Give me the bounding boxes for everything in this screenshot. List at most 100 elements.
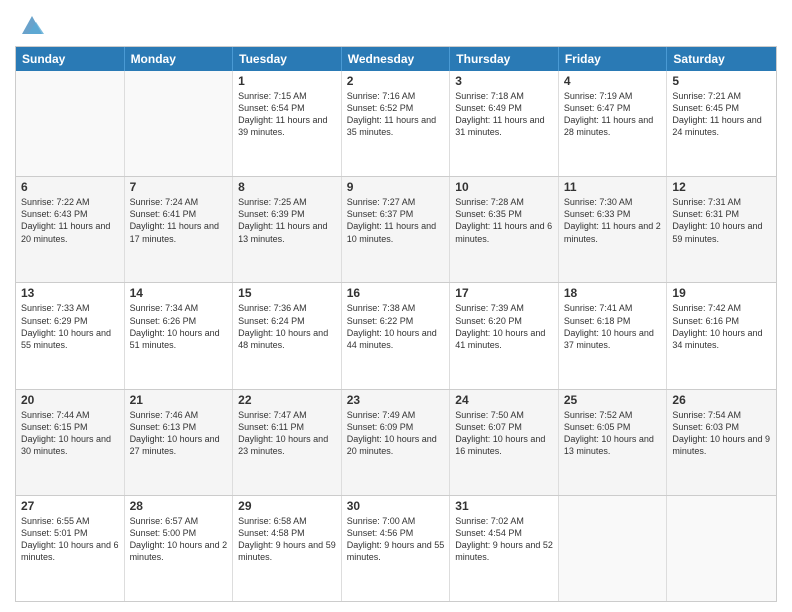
day-cell-28: 28 Sunrise: 6:57 AMSunset: 5:00 PMDayligh…	[125, 496, 234, 601]
day-number: 25	[564, 393, 662, 407]
day-cell-5: 5Sunrise: 7:21 AMSunset: 6:45 PMDaylight…	[667, 71, 776, 176]
day-cell-30: 30 Sunrise: 7:00 AMSunset: 4:56 PMDayligh…	[342, 496, 451, 601]
day-number: 12	[672, 180, 771, 194]
day-number: 28	[130, 499, 228, 513]
day-info: Sunrise: 6:57 AMSunset: 5:00 PMDaylight:…	[130, 515, 228, 564]
day-info: Sunrise: 7:31 AMSunset: 6:31 PMDaylight:…	[672, 196, 771, 245]
day-cell-29: 29Sunrise: 6:58 AMSunset: 4:58 PMDayligh…	[233, 496, 342, 601]
day-header-monday: Monday	[125, 47, 234, 71]
day-info: Sunrise: 7:24 AMSunset: 6:41 PMDaylight:…	[130, 196, 228, 245]
day-info: Sunrise: 7:54 AMSunset: 6:03 PMDaylight:…	[672, 409, 771, 458]
day-header-sunday: Sunday	[16, 47, 125, 71]
day-info: Sunrise: 7:00 AMSunset: 4:56 PMDaylight:…	[347, 515, 445, 564]
day-info: Sunrise: 7:18 AMSunset: 6:49 PMDaylight:…	[455, 90, 553, 139]
week-row-3: 13Sunrise: 7:33 AMSunset: 6:29 PMDayligh…	[16, 282, 776, 388]
day-number: 11	[564, 180, 662, 194]
day-cell-25: 25 Sunrise: 7:52 AMSunset: 6:05 PMDayligh…	[559, 390, 668, 495]
day-cell-2: 2 Sunrise: 7:16 AMSunset: 6:52 PMDaylight…	[342, 71, 451, 176]
day-cell-11: 11 Sunrise: 7:30 AMSunset: 6:33 PMDayligh…	[559, 177, 668, 282]
day-info: Sunrise: 7:25 AMSunset: 6:39 PMDaylight:…	[238, 196, 336, 245]
day-number: 19	[672, 286, 771, 300]
day-number: 16	[347, 286, 445, 300]
day-number: 21	[130, 393, 228, 407]
empty-cell	[667, 496, 776, 601]
day-cell-16: 16 Sunrise: 7:38 AMSunset: 6:22 PMDayligh…	[342, 283, 451, 388]
day-info: Sunrise: 7:41 AMSunset: 6:18 PMDaylight:…	[564, 302, 662, 351]
day-cell-3: 3 Sunrise: 7:18 AMSunset: 6:49 PMDaylight…	[450, 71, 559, 176]
day-cell-17: 17 Sunrise: 7:39 AMSunset: 6:20 PMDayligh…	[450, 283, 559, 388]
day-cell-15: 15 Sunrise: 7:36 AMSunset: 6:24 PMDayligh…	[233, 283, 342, 388]
day-number: 3	[455, 74, 553, 88]
logo	[15, 10, 46, 38]
logo-icon	[18, 10, 46, 38]
day-info: Sunrise: 7:50 AMSunset: 6:07 PMDaylight:…	[455, 409, 553, 458]
day-header-tuesday: Tuesday	[233, 47, 342, 71]
day-number: 26	[672, 393, 771, 407]
day-number: 13	[21, 286, 119, 300]
day-header-thursday: Thursday	[450, 47, 559, 71]
day-cell-1: 1 Sunrise: 7:15 AMSunset: 6:54 PMDaylight…	[233, 71, 342, 176]
day-info: Sunrise: 7:49 AMSunset: 6:09 PMDaylight:…	[347, 409, 445, 458]
day-info: Sunrise: 7:52 AMSunset: 6:05 PMDaylight:…	[564, 409, 662, 458]
day-cell-23: 23 Sunrise: 7:49 AMSunset: 6:09 PMDayligh…	[342, 390, 451, 495]
day-info: Sunrise: 7:46 AMSunset: 6:13 PMDaylight:…	[130, 409, 228, 458]
day-number: 7	[130, 180, 228, 194]
day-info: Sunrise: 7:27 AMSunset: 6:37 PMDaylight:…	[347, 196, 445, 245]
day-info: Sunrise: 7:44 AMSunset: 6:15 PMDaylight:…	[21, 409, 119, 458]
day-info: Sunrise: 7:34 AMSunset: 6:26 PMDaylight:…	[130, 302, 228, 351]
day-info: Sunrise: 7:36 AMSunset: 6:24 PMDaylight:…	[238, 302, 336, 351]
day-info: Sunrise: 7:19 AMSunset: 6:47 PMDaylight:…	[564, 90, 662, 139]
day-header-saturday: Saturday	[667, 47, 776, 71]
day-cell-14: 14 Sunrise: 7:34 AMSunset: 6:26 PMDayligh…	[125, 283, 234, 388]
day-cell-7: 7 Sunrise: 7:24 AMSunset: 6:41 PMDaylight…	[125, 177, 234, 282]
day-info: Sunrise: 7:47 AMSunset: 6:11 PMDaylight:…	[238, 409, 336, 458]
empty-cell	[559, 496, 668, 601]
day-info: Sunrise: 7:38 AMSunset: 6:22 PMDaylight:…	[347, 302, 445, 351]
week-row-1: 1 Sunrise: 7:15 AMSunset: 6:54 PMDaylight…	[16, 71, 776, 176]
day-number: 31	[455, 499, 553, 513]
day-number: 20	[21, 393, 119, 407]
day-number: 8	[238, 180, 336, 194]
day-header-friday: Friday	[559, 47, 668, 71]
day-number: 6	[21, 180, 119, 194]
day-number: 1	[238, 74, 336, 88]
week-row-4: 20 Sunrise: 7:44 AMSunset: 6:15 PMDayligh…	[16, 389, 776, 495]
day-cell-9: 9 Sunrise: 7:27 AMSunset: 6:37 PMDaylight…	[342, 177, 451, 282]
day-number: 15	[238, 286, 336, 300]
day-number: 30	[347, 499, 445, 513]
empty-cell	[125, 71, 234, 176]
day-info: Sunrise: 7:28 AMSunset: 6:35 PMDaylight:…	[455, 196, 553, 245]
day-info: Sunrise: 7:39 AMSunset: 6:20 PMDaylight:…	[455, 302, 553, 351]
week-row-5: 27 Sunrise: 6:55 AMSunset: 5:01 PMDayligh…	[16, 495, 776, 601]
day-info: Sunrise: 6:55 AMSunset: 5:01 PMDaylight:…	[21, 515, 119, 564]
day-info: Sunrise: 7:16 AMSunset: 6:52 PMDaylight:…	[347, 90, 445, 139]
day-cell-27: 27 Sunrise: 6:55 AMSunset: 5:01 PMDayligh…	[16, 496, 125, 601]
day-cell-6: 6Sunrise: 7:22 AMSunset: 6:43 PMDaylight…	[16, 177, 125, 282]
day-number: 17	[455, 286, 553, 300]
day-cell-26: 26 Sunrise: 7:54 AMSunset: 6:03 PMDayligh…	[667, 390, 776, 495]
day-cell-12: 12 Sunrise: 7:31 AMSunset: 6:31 PMDayligh…	[667, 177, 776, 282]
day-cell-22: 22Sunrise: 7:47 AMSunset: 6:11 PMDayligh…	[233, 390, 342, 495]
calendar-header: SundayMondayTuesdayWednesdayThursdayFrid…	[16, 47, 776, 71]
day-number: 14	[130, 286, 228, 300]
day-info: Sunrise: 7:15 AMSunset: 6:54 PMDaylight:…	[238, 90, 336, 139]
day-cell-4: 4 Sunrise: 7:19 AMSunset: 6:47 PMDaylight…	[559, 71, 668, 176]
day-number: 27	[21, 499, 119, 513]
day-number: 10	[455, 180, 553, 194]
day-header-wednesday: Wednesday	[342, 47, 451, 71]
day-number: 18	[564, 286, 662, 300]
day-number: 5	[672, 74, 771, 88]
week-row-2: 6Sunrise: 7:22 AMSunset: 6:43 PMDaylight…	[16, 176, 776, 282]
day-number: 29	[238, 499, 336, 513]
day-cell-13: 13Sunrise: 7:33 AMSunset: 6:29 PMDayligh…	[16, 283, 125, 388]
day-cell-24: 24 Sunrise: 7:50 AMSunset: 6:07 PMDayligh…	[450, 390, 559, 495]
day-number: 24	[455, 393, 553, 407]
day-info: Sunrise: 7:42 AMSunset: 6:16 PMDaylight:…	[672, 302, 771, 351]
day-number: 9	[347, 180, 445, 194]
day-number: 2	[347, 74, 445, 88]
day-number: 23	[347, 393, 445, 407]
calendar-body: 1 Sunrise: 7:15 AMSunset: 6:54 PMDaylight…	[16, 71, 776, 601]
day-number: 4	[564, 74, 662, 88]
day-cell-10: 10 Sunrise: 7:28 AMSunset: 6:35 PMDayligh…	[450, 177, 559, 282]
day-info: Sunrise: 7:30 AMSunset: 6:33 PMDaylight:…	[564, 196, 662, 245]
